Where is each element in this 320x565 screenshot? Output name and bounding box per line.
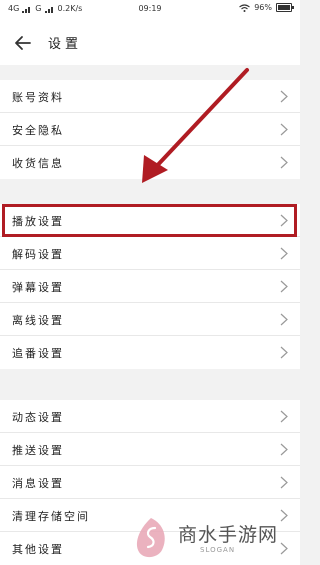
settings-group-account: 账号资料 安全隐私 收货信息	[0, 80, 300, 179]
settings-item-follow-series[interactable]: 追番设置	[0, 336, 300, 369]
chevron-right-icon	[280, 313, 288, 326]
watermark: 商水手游网 SLOGAN	[128, 512, 300, 564]
chevron-right-icon	[280, 476, 288, 489]
settings-item-account-info[interactable]: 账号资料	[0, 80, 300, 113]
settings-item-label: 离线设置	[12, 314, 64, 327]
settings-item-label: 弹幕设置	[12, 281, 64, 294]
settings-item-label: 清理存储空间	[12, 510, 90, 523]
settings-item-label: 推送设置	[12, 444, 64, 457]
title-bar: 设置	[0, 20, 300, 65]
settings-item-label: 账号资料	[12, 91, 64, 104]
watermark-text: 商水手游网	[178, 524, 279, 546]
page-title: 设置	[48, 37, 83, 52]
battery-percent: 96%	[254, 3, 272, 12]
battery-fill	[278, 5, 290, 10]
settings-item-playback[interactable]: 播放设置	[0, 204, 300, 237]
chevron-right-icon	[280, 346, 288, 359]
chevron-right-icon	[280, 214, 288, 227]
settings-item-label: 安全隐私	[12, 124, 64, 137]
settings-item-push[interactable]: 推送设置	[0, 433, 300, 466]
watermark-logo	[136, 518, 165, 558]
settings-item-label: 收货信息	[12, 157, 64, 170]
watermark-slogan: SLOGAN	[200, 546, 236, 554]
chevron-right-icon	[280, 443, 288, 456]
status-bar: 4G G 0.2K/s 09:19 96%	[0, 0, 300, 20]
settings-item-messages[interactable]: 消息设置	[0, 466, 300, 499]
settings-item-label: 动态设置	[12, 411, 64, 424]
settings-item-decoding[interactable]: 解码设置	[0, 237, 300, 270]
chevron-right-icon	[280, 156, 288, 169]
chevron-right-icon	[280, 280, 288, 293]
chevron-right-icon	[280, 247, 288, 260]
status-right: 96%	[239, 3, 294, 12]
settings-item-label: 其他设置	[12, 543, 64, 556]
settings-group-playback: 播放设置 解码设置 弹幕设置 离线设置 追番设置	[0, 204, 300, 369]
settings-item-label: 追番设置	[12, 347, 64, 360]
settings-item-shipping-info[interactable]: 收货信息	[0, 146, 300, 179]
chevron-right-icon	[280, 123, 288, 136]
settings-item-label: 消息设置	[12, 477, 64, 490]
settings-item-offline[interactable]: 离线设置	[0, 303, 300, 336]
settings-item-label: 播放设置	[12, 215, 64, 228]
chevron-right-icon	[280, 90, 288, 103]
settings-item-security-privacy[interactable]: 安全隐私	[0, 113, 300, 146]
chevron-right-icon	[280, 410, 288, 423]
settings-item-label: 解码设置	[12, 248, 64, 261]
battery-icon	[276, 3, 294, 12]
arrow-left-icon[interactable]	[12, 32, 34, 54]
wifi-icon	[239, 3, 251, 12]
settings-item-danmaku[interactable]: 弹幕设置	[0, 270, 300, 303]
settings-item-feed[interactable]: 动态设置	[0, 400, 300, 433]
